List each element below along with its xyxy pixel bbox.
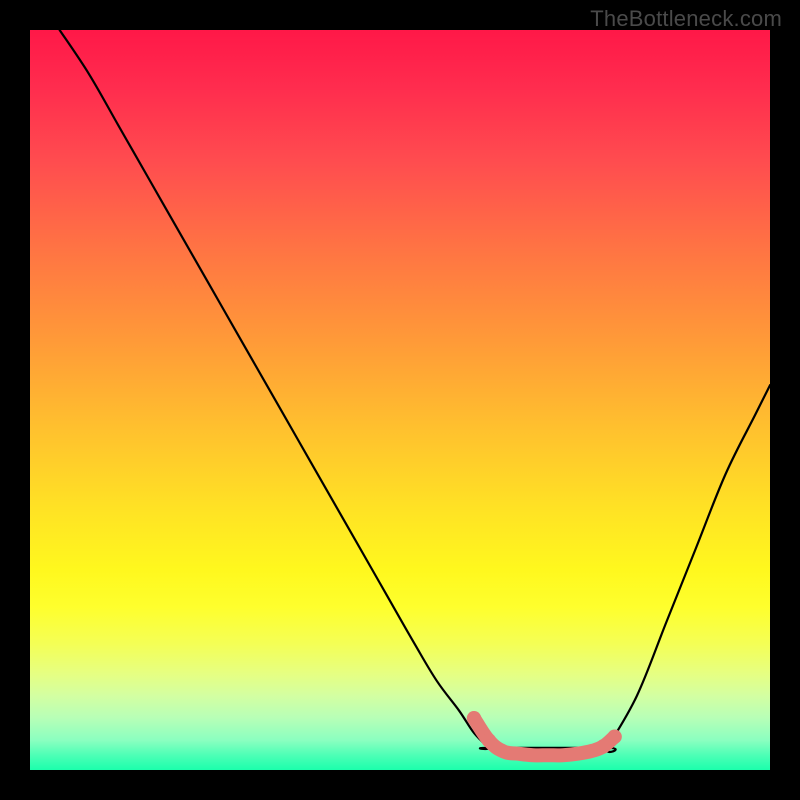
bottleneck-curve (60, 30, 770, 752)
valley-marker-dot (607, 730, 621, 744)
valley-marker-dot (482, 733, 496, 747)
watermark-text: TheBottleneck.com (590, 6, 782, 32)
curve-svg (30, 30, 770, 770)
valley-highlight (474, 718, 615, 755)
plot-area (30, 30, 770, 770)
curve-group (60, 30, 770, 752)
valley-marker-dot (596, 739, 610, 753)
marker-group (467, 711, 622, 755)
chart-container: TheBottleneck.com (0, 0, 800, 800)
valley-marker-dot (467, 711, 481, 725)
